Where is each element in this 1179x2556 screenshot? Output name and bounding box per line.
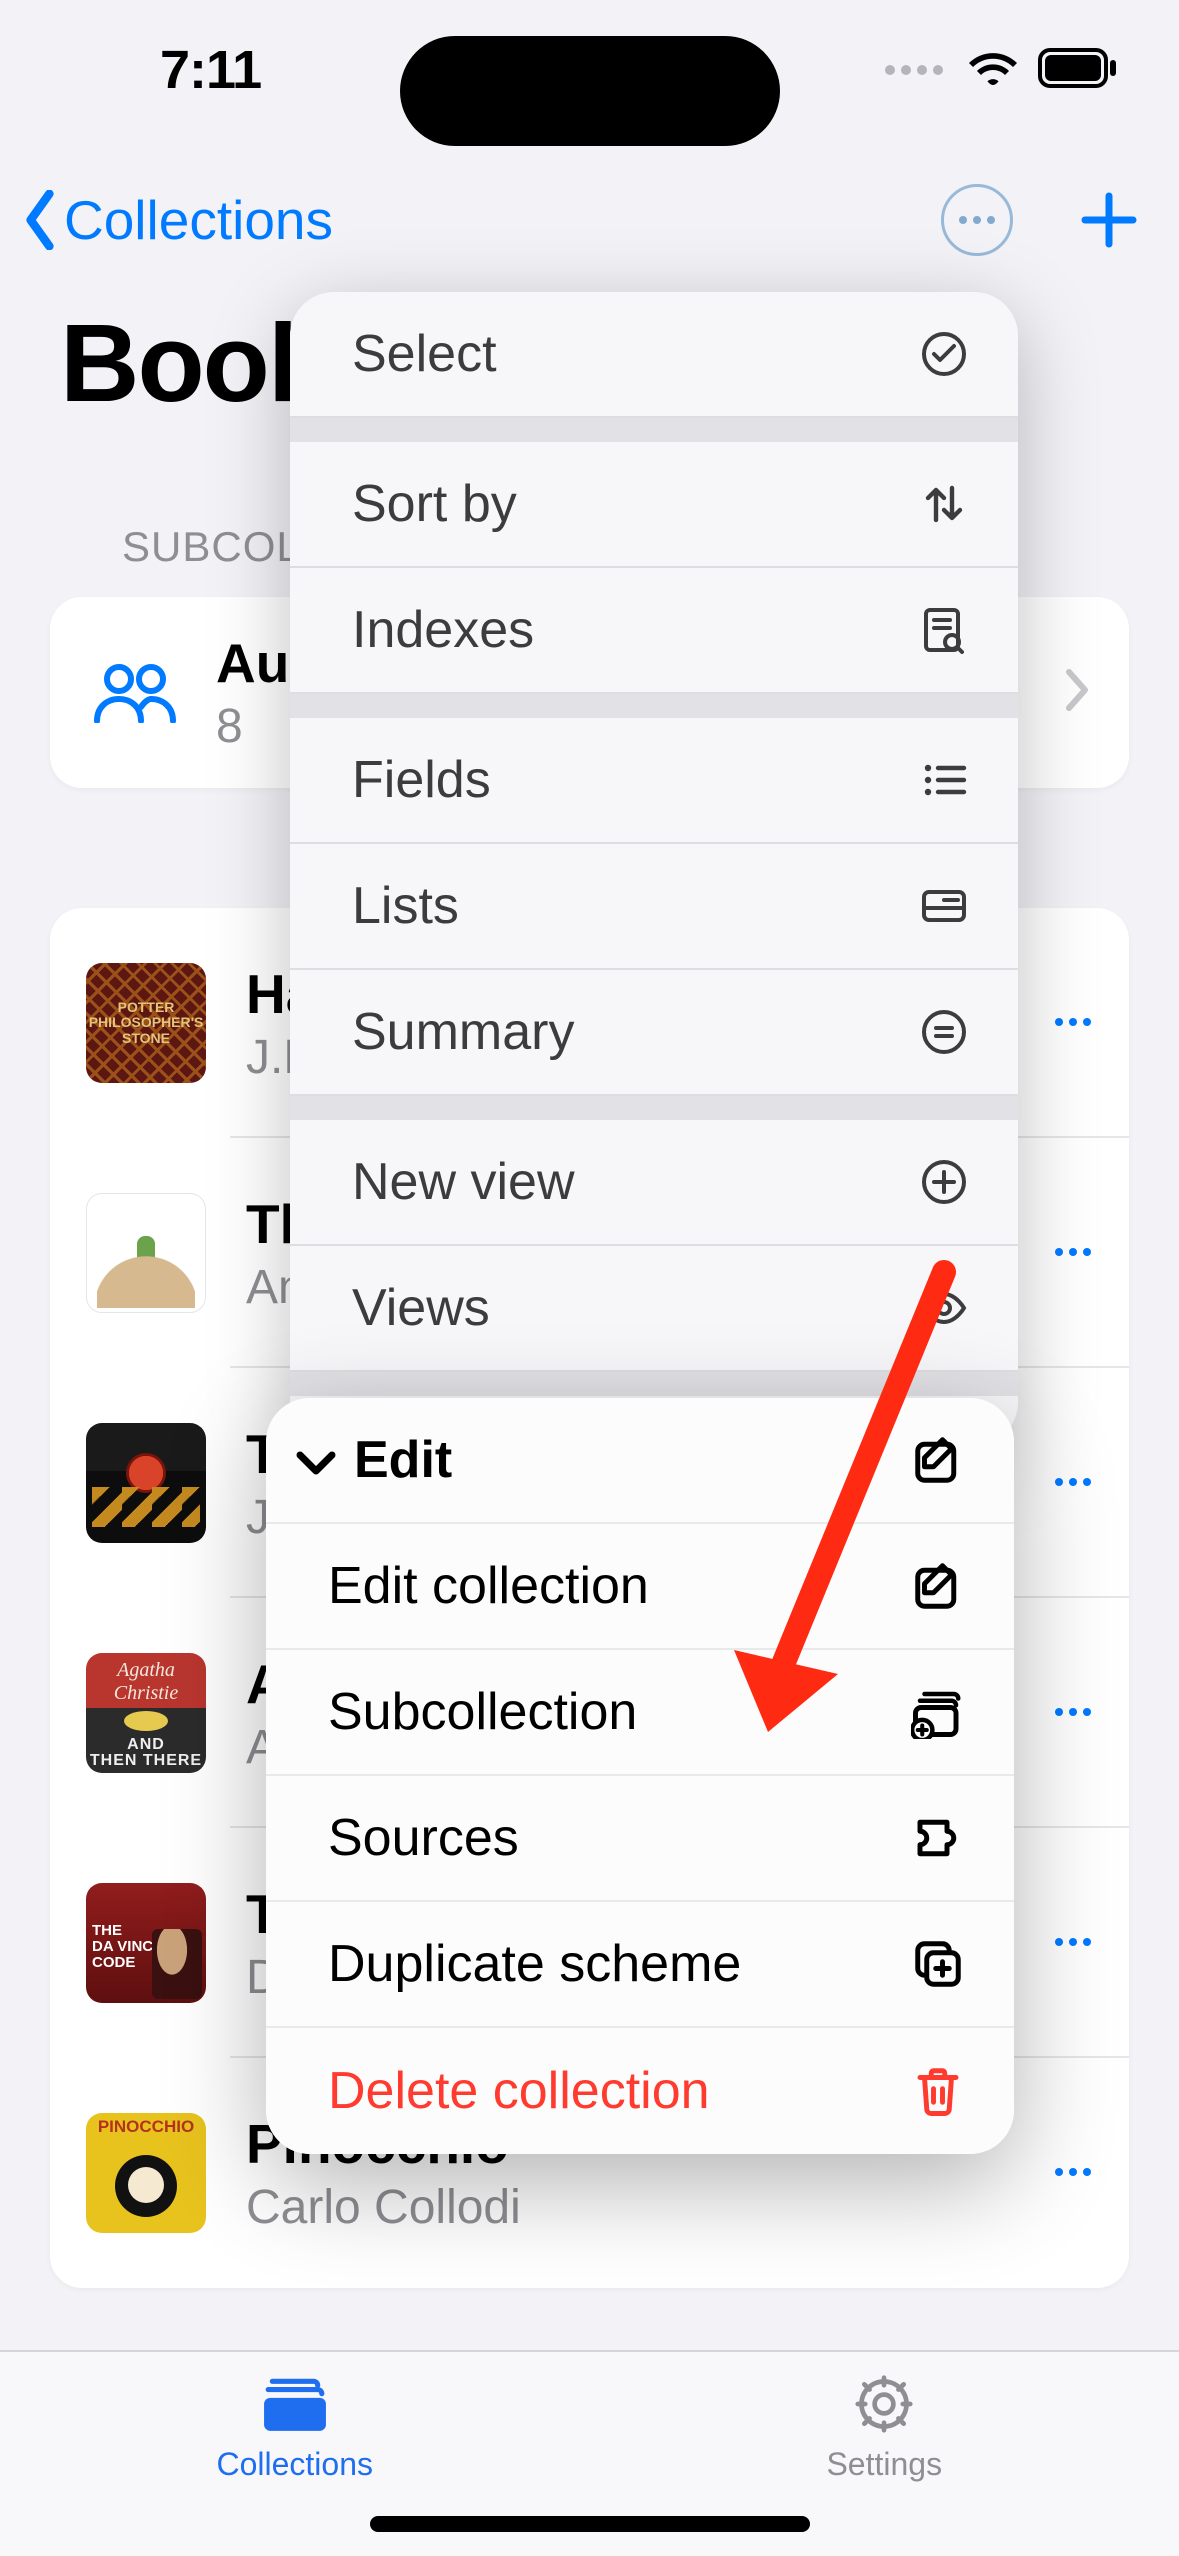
book-cover: POTTERPHILOSOPHER'SSTONE	[86, 963, 206, 1083]
chevron-right-icon	[1065, 668, 1089, 717]
options-menu: Select Sort by Indexes Fields Lists Summ…	[290, 292, 1018, 1446]
book-subtitle: Carlo Collodi	[246, 2180, 1053, 2235]
menu-item-summary[interactable]: Summary	[290, 970, 1018, 1096]
battery-icon	[1037, 48, 1119, 93]
menu-item-views[interactable]: Views	[290, 1246, 1018, 1372]
nav-bar: Collections	[0, 170, 1179, 270]
gear-icon	[849, 2372, 919, 2436]
ellipsis-icon	[1053, 2167, 1093, 2177]
more-options-button[interactable]	[941, 184, 1013, 256]
row-more-button[interactable]	[1053, 1934, 1093, 1952]
ellipsis-icon	[1053, 1247, 1093, 1257]
eye-icon	[916, 1284, 972, 1332]
book-cover: PINOCCHIO	[86, 2113, 206, 2233]
ellipsis-icon	[1053, 1017, 1093, 1027]
menu-item-select[interactable]: Select	[290, 292, 1018, 418]
back-button[interactable]: Collections	[20, 188, 333, 252]
submenu-item-sources[interactable]: Sources	[266, 1776, 1014, 1902]
tab-bar: Collections Settings	[0, 2350, 1179, 2556]
book-cover: AgathaChristieANDTHEN THERE	[86, 1653, 206, 1773]
edit-square-icon	[908, 1433, 968, 1487]
submenu-header-edit[interactable]: Edit	[266, 1398, 1014, 1524]
device-notch	[400, 36, 780, 146]
trash-icon	[908, 2064, 968, 2118]
chevron-left-icon	[20, 190, 60, 250]
ellipsis-icon	[1053, 1937, 1093, 1947]
menu-separator	[290, 418, 1018, 442]
wifi-icon	[967, 48, 1019, 93]
row-more-button[interactable]	[1053, 2164, 1093, 2182]
list-bullet-icon	[916, 756, 972, 804]
ellipsis-icon	[957, 215, 997, 225]
submenu-item-edit-collection[interactable]: Edit collection	[266, 1524, 1014, 1650]
back-label: Collections	[64, 188, 333, 252]
submenu-item-subcollection[interactable]: Subcollection	[266, 1650, 1014, 1776]
status-bar: 7:11	[0, 0, 1179, 140]
plus-icon	[1081, 192, 1137, 248]
submenu-item-delete-collection[interactable]: Delete collection	[266, 2028, 1014, 2154]
recording-dots-icon	[885, 65, 943, 75]
menu-separator	[290, 1096, 1018, 1120]
puzzle-icon	[908, 1811, 968, 1865]
menu-item-sort[interactable]: Sort by	[290, 442, 1018, 568]
equals-circle-icon	[916, 1008, 972, 1056]
row-more-button[interactable]	[1053, 1704, 1093, 1722]
check-circle-icon	[916, 330, 972, 378]
tab-label: Collections	[216, 2446, 373, 2483]
row-more-button[interactable]	[1053, 1244, 1093, 1262]
menu-item-fields[interactable]: Fields	[290, 718, 1018, 844]
row-more-button[interactable]	[1053, 1474, 1093, 1492]
menu-item-lists[interactable]: Lists	[290, 844, 1018, 970]
plus-circle-icon	[916, 1158, 972, 1206]
index-icon	[916, 606, 972, 654]
ellipsis-icon	[1053, 1707, 1093, 1717]
home-indicator	[370, 2516, 810, 2532]
stack-add-icon	[908, 1685, 968, 1739]
collections-tab-icon	[260, 2372, 330, 2436]
book-cover	[86, 1193, 206, 1313]
edit-submenu: Edit Edit collection Subcollection Sourc…	[266, 1398, 1014, 2154]
menu-separator	[290, 694, 1018, 718]
book-cover	[86, 1423, 206, 1543]
ellipsis-icon	[1053, 1477, 1093, 1487]
menu-separator	[290, 1372, 1018, 1396]
add-button[interactable]	[1073, 184, 1145, 256]
row-more-button[interactable]	[1053, 1014, 1093, 1032]
edit-square-icon	[908, 1559, 968, 1613]
submenu-item-duplicate-scheme[interactable]: Duplicate scheme	[266, 1902, 1014, 2028]
menu-item-new-view[interactable]: New view	[290, 1120, 1018, 1246]
chevron-down-icon	[296, 1430, 336, 1490]
card-list-icon	[916, 882, 972, 930]
book-cover: THEDA VINCICODE	[86, 1883, 206, 2003]
menu-item-indexes[interactable]: Indexes	[290, 568, 1018, 694]
duplicate-plus-icon	[908, 1937, 968, 1991]
sort-arrows-icon	[916, 480, 972, 528]
status-indicators	[885, 48, 1119, 93]
tab-label: Settings	[826, 2446, 942, 2483]
people-icon	[90, 648, 180, 738]
status-time: 7:11	[160, 39, 261, 101]
